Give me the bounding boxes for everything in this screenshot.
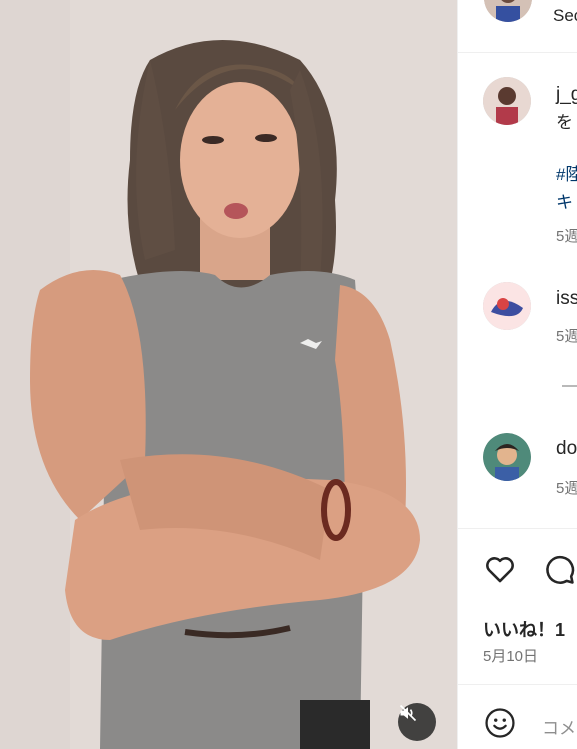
header-username[interactable]: Sec [553, 6, 577, 26]
likes-count[interactable]: いいね！1 [483, 616, 565, 642]
header-avatar[interactable] [484, 0, 532, 22]
caption-avatar[interactable] [483, 77, 531, 125]
emoji-button[interactable] [483, 706, 517, 740]
post-side-panel: Sec j_g を #陸 キ 5週 iss 5週 — do 5週 いいね！1 5… [458, 0, 577, 749]
mute-icon [399, 704, 417, 722]
post-date: 5月10日 [483, 648, 539, 665]
mute-button[interactable] [398, 703, 436, 741]
comment-time[interactable]: 5週 [556, 325, 577, 346]
comment-icon [546, 555, 575, 584]
view-replies[interactable]: — [562, 377, 577, 394]
comment-box-divider [458, 684, 577, 685]
caption-hashtag-2[interactable]: キ [556, 188, 573, 213]
caption-text: を [556, 113, 573, 132]
comment-avatar[interactable] [483, 433, 531, 481]
comment-username[interactable]: iss [556, 288, 577, 310]
caption-username[interactable]: j_g [556, 84, 577, 106]
comment-time[interactable]: 5週 [556, 477, 577, 498]
heart-icon [486, 557, 514, 583]
caption-hashtag-1[interactable]: #陸 [556, 160, 577, 185]
comment-avatar[interactable] [483, 282, 531, 330]
comment-input[interactable]: コメ [542, 714, 576, 739]
like-button[interactable] [483, 552, 517, 586]
post-media[interactable] [0, 0, 457, 749]
caption-time[interactable]: 5週 [556, 225, 577, 246]
actions-divider [458, 528, 577, 529]
emoji-icon [485, 708, 515, 738]
header-divider [458, 52, 577, 53]
comment-button[interactable] [542, 552, 576, 586]
comment-username[interactable]: do [556, 438, 577, 460]
post-photo [0, 0, 457, 749]
